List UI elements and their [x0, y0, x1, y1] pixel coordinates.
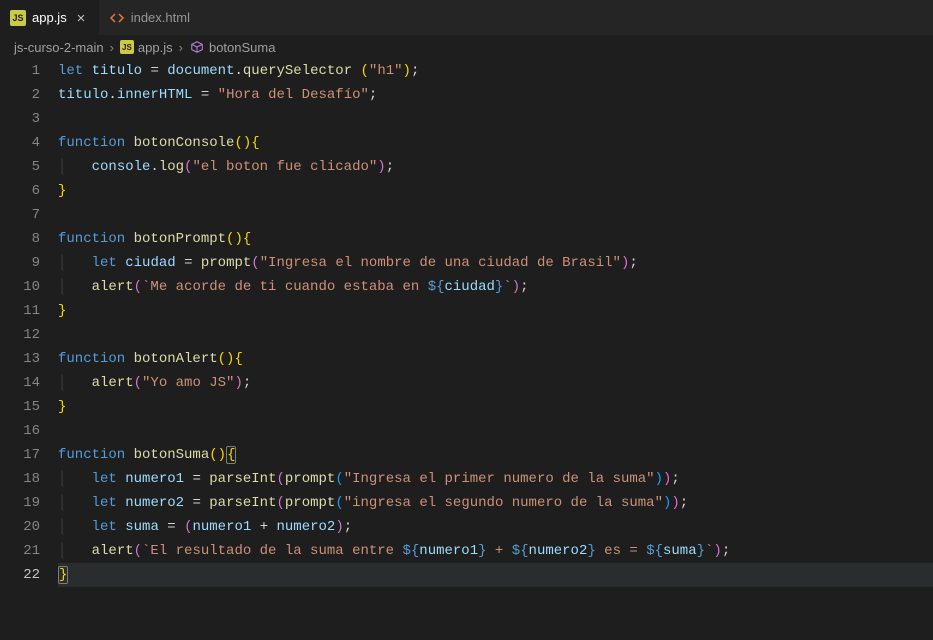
line-number: 2 [0, 83, 40, 107]
line-number: 20 [0, 515, 40, 539]
line-number: 6 [0, 179, 40, 203]
code-line[interactable]: │ console.log("el boton fue clicado"); [58, 155, 933, 179]
line-number: 8 [0, 227, 40, 251]
tab-index-html[interactable]: index.html [99, 0, 200, 35]
breadcrumb[interactable]: js-curso-2-main › JS app.js › botonSuma [0, 35, 933, 59]
line-number: 18 [0, 467, 40, 491]
code-line[interactable]: function botonPrompt(){ [58, 227, 933, 251]
line-number: 5 [0, 155, 40, 179]
chevron-right-icon: › [108, 40, 116, 55]
chevron-right-icon: › [177, 40, 185, 55]
code-line[interactable]: let titulo = document.querySelector ("h1… [58, 59, 933, 83]
line-number: 19 [0, 491, 40, 515]
line-number: 22 [0, 563, 40, 587]
code-content[interactable]: let titulo = document.querySelector ("h1… [58, 59, 933, 640]
line-number: 15 [0, 395, 40, 419]
line-number: 3 [0, 107, 40, 131]
line-number: 16 [0, 419, 40, 443]
line-number-gutter: 12345678910111213141516171819202122 [0, 59, 58, 640]
code-line[interactable]: titulo.innerHTML = "Hora del Desafío"; [58, 83, 933, 107]
tab-label: app.js [32, 10, 67, 25]
js-file-icon: JS [10, 10, 26, 26]
code-line[interactable] [58, 203, 933, 227]
code-line[interactable]: } [58, 299, 933, 323]
code-line[interactable]: │ alert(`El resultado de la suma entre $… [58, 539, 933, 563]
line-number: 1 [0, 59, 40, 83]
code-line[interactable]: │ alert(`Me acorde de ti cuando estaba e… [58, 275, 933, 299]
code-line[interactable]: } [58, 563, 933, 587]
html-file-icon [109, 10, 125, 26]
close-icon[interactable] [73, 10, 89, 26]
line-number: 12 [0, 323, 40, 347]
breadcrumb-file[interactable]: app.js [138, 40, 173, 55]
line-number: 9 [0, 251, 40, 275]
icon-text: JS [12, 13, 23, 23]
line-number: 14 [0, 371, 40, 395]
code-line[interactable] [58, 323, 933, 347]
breadcrumb-symbol[interactable]: botonSuma [209, 40, 276, 55]
code-line[interactable]: } [58, 395, 933, 419]
line-number: 21 [0, 539, 40, 563]
line-number: 13 [0, 347, 40, 371]
code-line[interactable]: │ let numero1 = parseInt(prompt("Ingresa… [58, 467, 933, 491]
tab-label: index.html [131, 10, 190, 25]
code-line[interactable]: } [58, 179, 933, 203]
code-line[interactable]: function botonConsole(){ [58, 131, 933, 155]
code-line[interactable] [58, 419, 933, 443]
code-line[interactable]: function botonAlert(){ [58, 347, 933, 371]
js-file-icon: JS [120, 40, 134, 54]
line-number: 11 [0, 299, 40, 323]
tab-app-js[interactable]: JS app.js [0, 0, 99, 35]
code-line[interactable]: │ alert("Yo amo JS"); [58, 371, 933, 395]
line-number: 17 [0, 443, 40, 467]
code-line[interactable]: │ let ciudad = prompt("Ingresa el nombre… [58, 251, 933, 275]
code-line[interactable]: │ let numero2 = parseInt(prompt("ingresa… [58, 491, 933, 515]
line-number: 10 [0, 275, 40, 299]
code-line[interactable]: function botonSuma(){ [58, 443, 933, 467]
breadcrumb-folder[interactable]: js-curso-2-main [14, 40, 104, 55]
method-icon [189, 39, 205, 55]
line-number: 4 [0, 131, 40, 155]
code-editor[interactable]: 12345678910111213141516171819202122 let … [0, 59, 933, 640]
tab-bar: JS app.js index.html [0, 0, 933, 35]
line-number: 7 [0, 203, 40, 227]
code-line[interactable]: │ let suma = (numero1 + numero2); [58, 515, 933, 539]
code-line[interactable] [58, 107, 933, 131]
